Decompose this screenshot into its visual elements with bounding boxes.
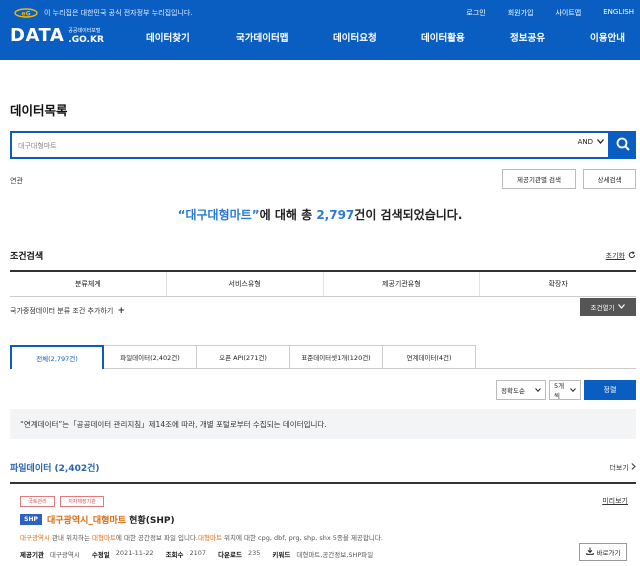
chevron-down-icon <box>535 386 541 394</box>
chevron-down-icon <box>597 138 604 146</box>
svg-text:eG: eG <box>22 11 31 18</box>
sort-order-select[interactable]: 정확도순 <box>496 380 546 400</box>
category-tag: 국토관리 <box>20 496 55 507</box>
dataset-description: 대구광역시 관내 위치하는 대형마트에 대한 공간정보 파일 입니다.대형마트 … <box>20 534 383 542</box>
site-header: eG 이 누리집은 대한민국 공식 전자정부 누리집입니다. 로그인 회원가입 … <box>0 0 640 60</box>
tab-file-data[interactable]: 파일데이터(2,402건) <box>104 345 197 369</box>
chevron-right-icon <box>631 463 636 472</box>
filter-category[interactable]: 분류체계 <box>10 272 167 296</box>
nav-info-share[interactable]: 정보공유 <box>510 30 545 44</box>
preview-link[interactable]: 미리보기 <box>602 496 628 506</box>
tab-standard-data[interactable]: 표준데이터셋1개(120건) <box>290 345 383 369</box>
sitemap-link[interactable]: 사이트맵 <box>555 8 581 18</box>
reset-button[interactable]: 초기화 <box>606 251 636 261</box>
search-icon <box>616 137 630 153</box>
condition-filter-table: 분류체계 서비스유형 제공기관유형 확장자 <box>10 270 636 297</box>
search-input[interactable] <box>18 139 458 153</box>
result-count: 2,797 <box>316 208 355 222</box>
dataset-meta: 제공기관 대구광역시 수정일 2021-11-22 조회수 2107 다운로드 235 … <box>20 549 374 559</box>
download-icon <box>585 547 594 557</box>
tab-open-api[interactable]: 오픈 API(271건) <box>197 345 290 369</box>
top-bar: eG 이 누리집은 대한민국 공식 전자정부 누리집입니다. 로그인 회원가입 … <box>0 0 640 26</box>
related-label: 연관 <box>10 177 23 185</box>
nav-find-data[interactable]: 데이터찾기 <box>146 30 190 44</box>
english-link[interactable]: ENGLISH <box>603 8 634 18</box>
login-link[interactable]: 로그인 <box>466 8 485 18</box>
filter-provider-type[interactable]: 제공기관유형 <box>324 272 481 296</box>
refresh-icon <box>628 251 636 261</box>
nav-data-request[interactable]: 데이터요청 <box>333 30 377 44</box>
search-button[interactable] <box>610 131 636 159</box>
section-divider <box>10 482 636 484</box>
result-summary: “대구대형마트”에 대해 총 2,797건이 검색되었습니다. <box>177 208 463 222</box>
egov-logo-icon: eG <box>14 8 38 18</box>
add-condition-link[interactable]: 국가중점데이터 분류 조건 추가하기 + <box>10 306 125 316</box>
chevron-down-icon <box>570 386 576 394</box>
chevron-down-icon <box>618 303 626 311</box>
utility-links: 로그인 회원가입 사이트맵 ENGLISH <box>444 8 634 18</box>
agency-search-button[interactable]: 제공기관별 검색 <box>502 169 576 189</box>
signup-link[interactable]: 회원가입 <box>508 8 534 18</box>
category-tag: 지자체장기관 <box>60 496 104 507</box>
open-conditions-button[interactable]: 조건열기 <box>580 298 636 316</box>
condition-search-title: 조건검색 <box>10 252 44 262</box>
sort-button[interactable]: 정렬 <box>584 380 636 400</box>
format-badge: SHP <box>20 514 42 525</box>
result-tabs: 전체(2,797건) 파일데이터(2,402건) 오픈 API(271건) 표준… <box>10 345 476 369</box>
nav-data-map[interactable]: 국가데이터맵 <box>236 30 288 44</box>
search-box: AND <box>10 131 610 159</box>
nav-data-use[interactable]: 데이터활용 <box>421 30 465 44</box>
page-size-select[interactable]: 5개씩 <box>549 380 581 400</box>
more-link[interactable]: 더보기 <box>609 463 636 473</box>
tab-linked-data[interactable]: 연계데이터(4건) <box>383 345 476 369</box>
gov-notice: 이 누리집은 대한민국 공식 전자정부 누리집입니다. <box>44 9 193 17</box>
filter-extension[interactable]: 확장자 <box>480 272 636 296</box>
operator-select[interactable]: AND <box>578 138 604 146</box>
page-title: 데이터목록 <box>10 103 68 118</box>
main-nav: 데이터찾기 국가데이터맵 데이터요청 데이터활용 정보공유 이용안내 <box>0 30 640 44</box>
result-keyword: “대구대형마트” <box>177 208 260 222</box>
linked-data-notice: “연계데이터”는「공공데이터 관리지침」제14조에 따라, 개별 포털로부터 수… <box>10 409 636 439</box>
plus-icon: + <box>117 306 126 316</box>
file-data-title: 파일데이터 (2,402건) <box>10 464 100 474</box>
nav-guide[interactable]: 이용안내 <box>590 30 625 44</box>
tab-all[interactable]: 전체(2,797건) <box>10 345 104 369</box>
detail-search-button[interactable]: 상세검색 <box>583 169 636 189</box>
dataset-title-link[interactable]: 대구광역시_대형마트 현황(SHP) <box>47 513 175 526</box>
download-button[interactable]: 바로가기 <box>579 543 627 561</box>
filter-service-type[interactable]: 서비스유형 <box>167 272 324 296</box>
